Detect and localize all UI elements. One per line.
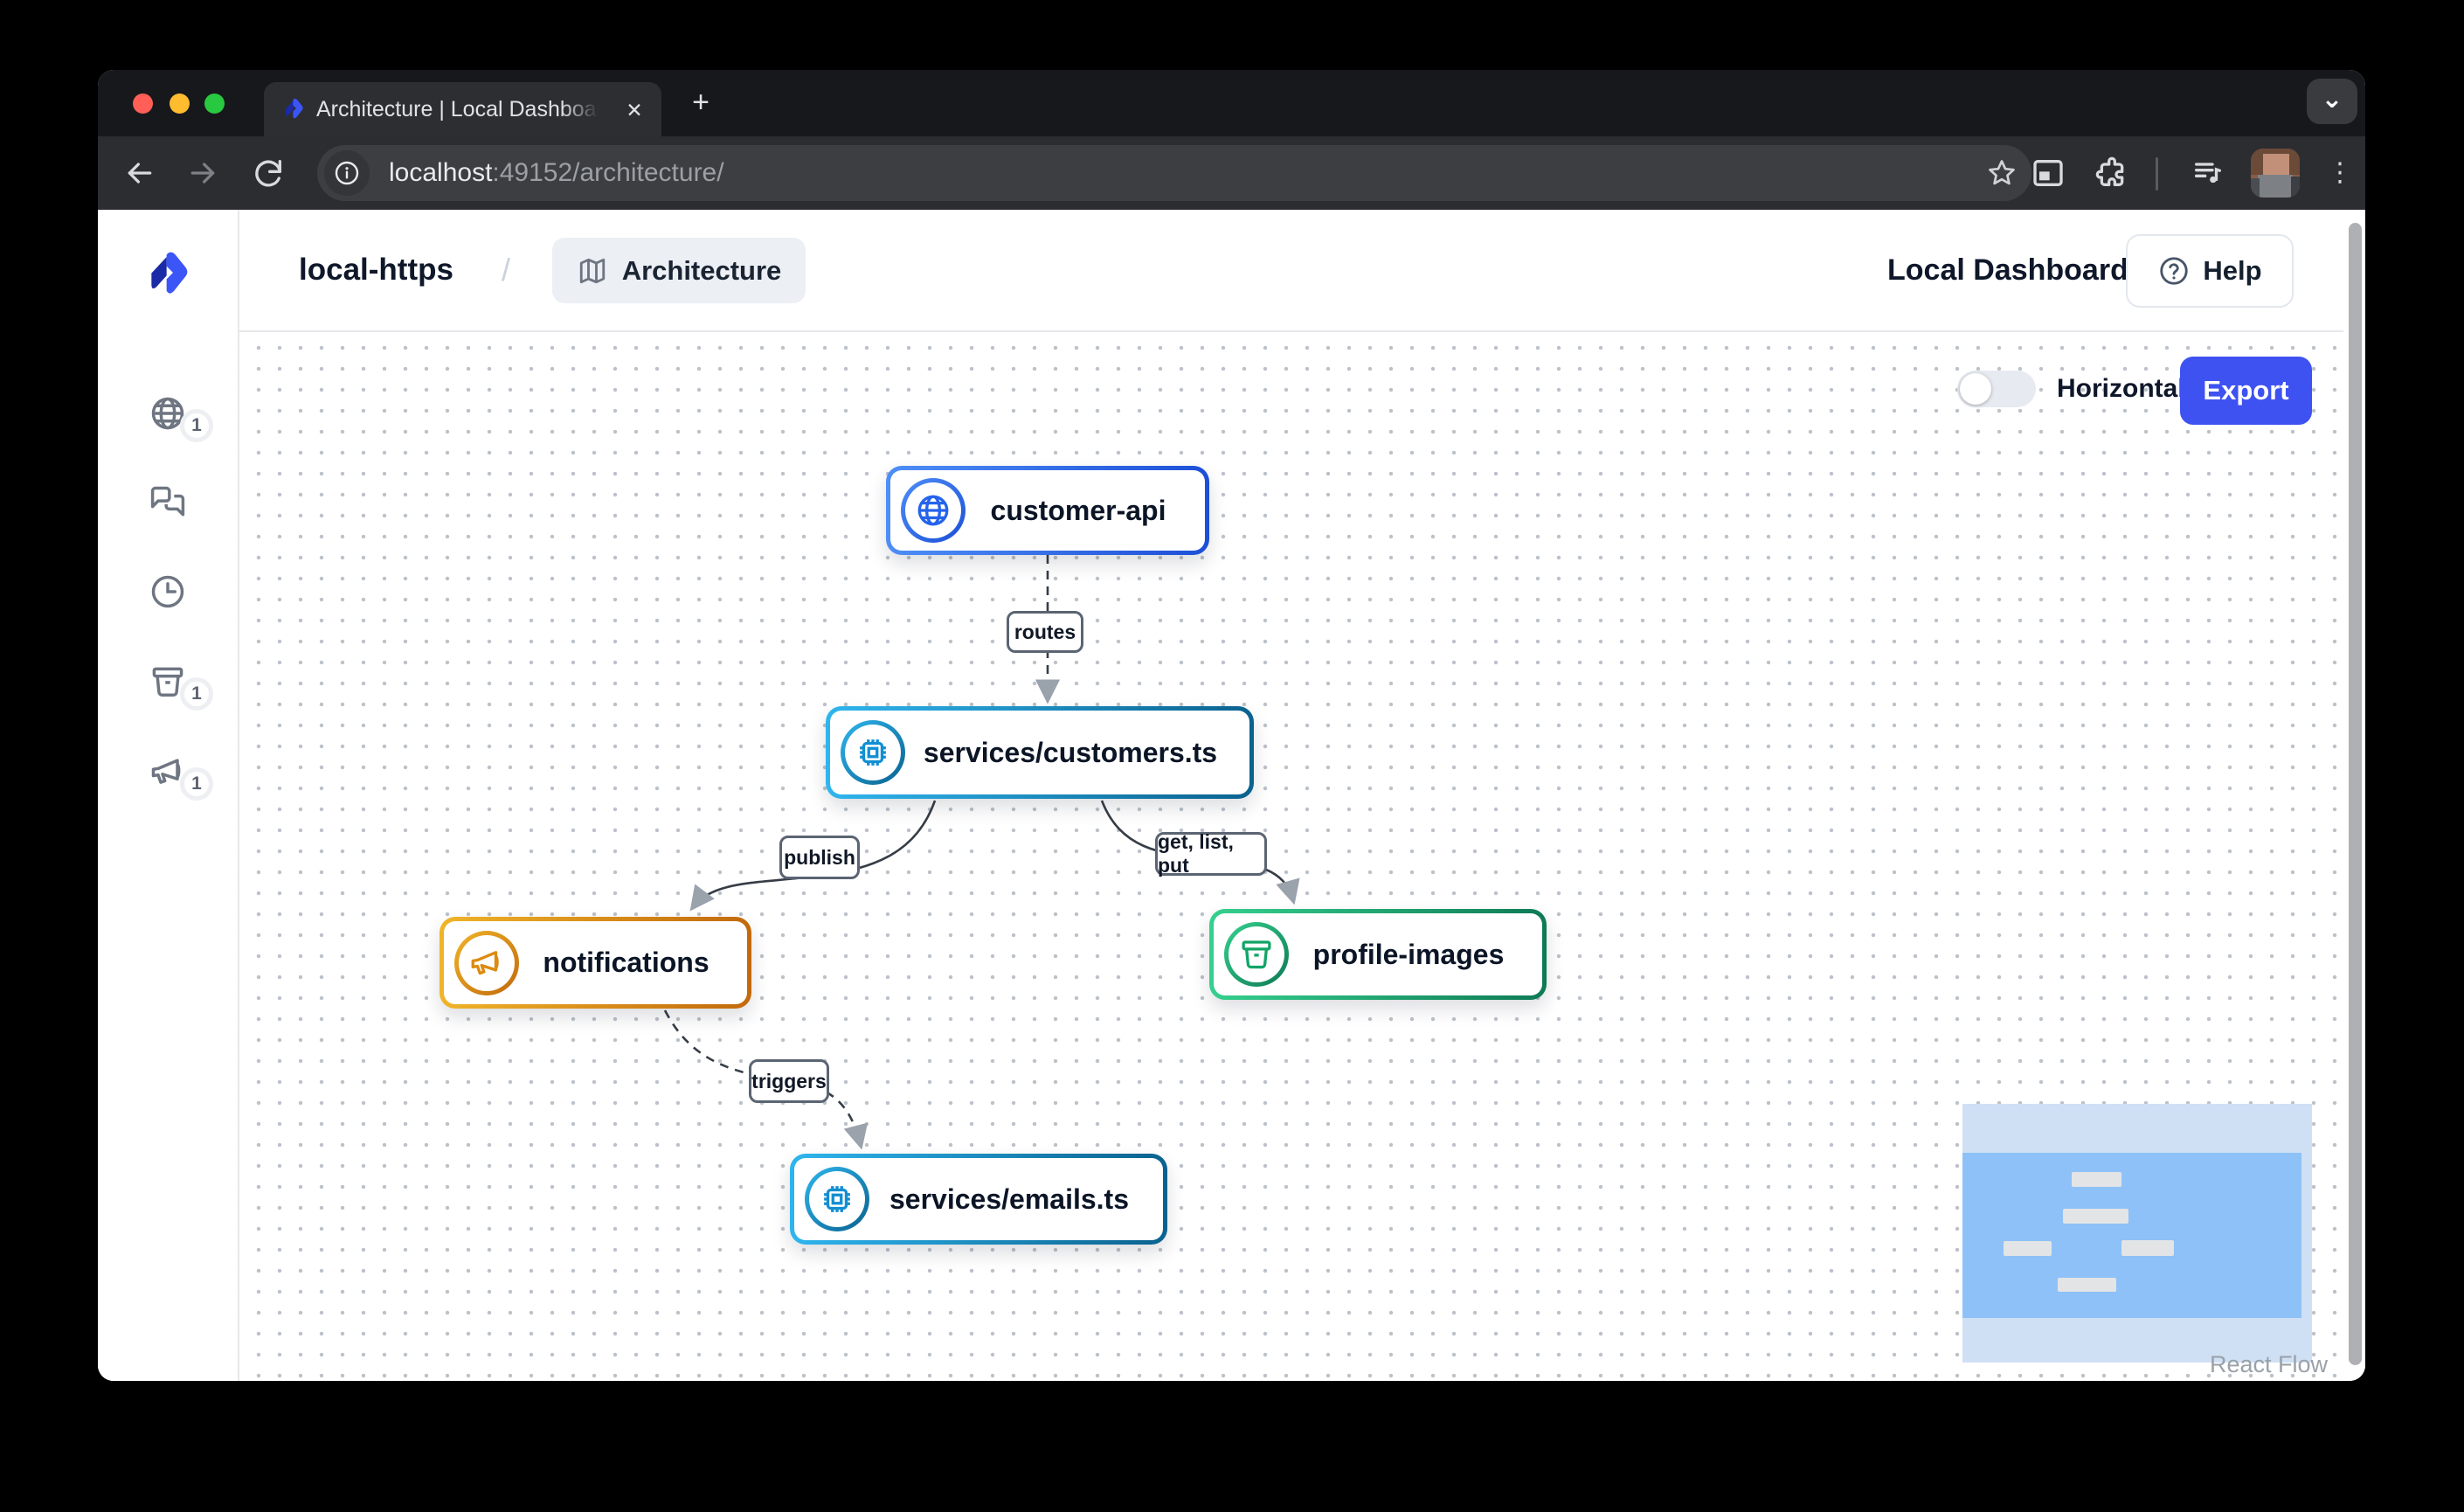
browser-menu-icon[interactable]: ⋮ — [2322, 156, 2357, 191]
browser-window: Architecture | Local Dashboar ✕ + ⌄ loca… — [98, 70, 2365, 1381]
horizontal-toggle[interactable] — [1957, 371, 2036, 407]
node-icon-ring — [805, 1167, 869, 1231]
node-icon-ring — [841, 720, 905, 785]
node-label: services/customers.ts — [905, 737, 1249, 769]
node-notifications[interactable]: notifications — [440, 917, 751, 1009]
bookmark-star-icon[interactable] — [1986, 157, 2018, 189]
sidebar-badge: 1 — [180, 409, 213, 442]
help-button[interactable]: Help — [2126, 234, 2294, 308]
edge-label-publish: publish — [779, 836, 860, 879]
architecture-nav-button[interactable]: Architecture — [552, 238, 806, 303]
back-icon[interactable] — [122, 156, 157, 191]
chat-icon[interactable] — [149, 483, 187, 522]
minimap-node — [2004, 1241, 2052, 1256]
profile-avatar[interactable] — [2251, 149, 2300, 198]
node-icon-ring — [1224, 922, 1289, 987]
sidebar-badge: 1 — [180, 677, 213, 711]
bucket-icon — [1238, 936, 1275, 973]
minimap-node — [2058, 1278, 2116, 1292]
sidebar-badge: 1 — [180, 767, 213, 801]
minimap-node — [2063, 1209, 2128, 1224]
node-profile-images[interactable]: profile-images — [1209, 909, 1547, 1000]
side-panel-icon[interactable] — [2031, 156, 2066, 191]
tab-title-fade — [561, 82, 615, 136]
browser-toolbar: localhost:49152/architecture/ ⋮ — [98, 136, 2365, 210]
map-icon — [577, 255, 608, 287]
node-services-customers[interactable]: services/customers.ts — [826, 706, 1254, 799]
horizontal-toggle-label: Horizontal — [2057, 371, 2185, 407]
node-icon-ring — [454, 931, 519, 995]
edge-label-get-list-put: get, list, put — [1155, 832, 1267, 876]
encore-logo[interactable] — [147, 248, 189, 301]
reload-icon[interactable] — [251, 156, 286, 191]
url-text[interactable]: localhost:49152/architecture/ — [389, 145, 724, 201]
react-flow-attribution: React Flow — [2022, 1351, 2328, 1378]
globe-icon — [915, 492, 952, 529]
node-icon-ring — [901, 478, 966, 543]
flow-minimap[interactable] — [1962, 1104, 2312, 1363]
window-close-button[interactable] — [133, 94, 153, 114]
tab-strip: Architecture | Local Dashboar ✕ + ⌄ — [98, 70, 2365, 136]
help-circle-icon — [2157, 254, 2191, 288]
app-content: 1 1 1 local-https / Architecture Local D… — [98, 210, 2365, 1381]
toggle-knob — [1960, 373, 1991, 405]
export-button[interactable]: Export — [2180, 357, 2312, 425]
app-sidebar: 1 1 1 — [98, 210, 239, 1381]
edge-label-triggers: triggers — [749, 1059, 829, 1103]
node-customer-api[interactable]: customer-api — [886, 466, 1209, 555]
url-host: localhost — [389, 158, 492, 187]
edge-label-routes: routes — [1007, 611, 1083, 653]
node-label: profile-images — [1289, 939, 1542, 971]
chip-icon — [855, 734, 891, 771]
app-header: local-https / Architecture Local Dashboa… — [239, 210, 2365, 332]
architecture-canvas[interactable]: customer-api services/customers.ts — [239, 330, 2365, 1381]
address-bar[interactable]: localhost:49152/architecture/ — [317, 145, 2031, 201]
architecture-nav-label: Architecture — [622, 255, 782, 287]
url-path: :49152/architecture/ — [492, 158, 723, 187]
megaphone-icon — [468, 945, 505, 981]
minimap-node — [2121, 1240, 2174, 1256]
toolbar-separator — [2156, 157, 2158, 191]
scrollbar-thumb[interactable] — [2349, 223, 2362, 1365]
app-name: local-https — [299, 210, 453, 330]
new-tab-button[interactable]: + — [685, 87, 716, 119]
node-label: notifications — [519, 947, 747, 979]
clock-icon[interactable] — [149, 572, 187, 611]
encore-favicon — [281, 97, 306, 121]
chip-icon — [819, 1181, 855, 1217]
forward-icon[interactable] — [185, 156, 220, 191]
help-label: Help — [2203, 255, 2261, 287]
window-minimize-button[interactable] — [170, 94, 190, 114]
browser-tab[interactable]: Architecture | Local Dashboar ✕ — [264, 82, 661, 136]
minimap-node — [2072, 1172, 2121, 1187]
breadcrumb-separator: / — [502, 210, 510, 330]
node-services-emails[interactable]: services/emails.ts — [790, 1154, 1167, 1245]
window-zoom-button[interactable] — [204, 94, 225, 114]
tab-search-chevron-button[interactable]: ⌄ — [2307, 79, 2357, 124]
node-label: customer-api — [966, 495, 1205, 527]
tab-close-icon[interactable]: ✕ — [620, 96, 648, 124]
node-label: services/emails.ts — [869, 1183, 1163, 1216]
site-info-icon[interactable] — [324, 150, 370, 196]
media-playlist-icon[interactable] — [2191, 156, 2225, 191]
environment-label: Local Dashboard — [1887, 210, 2128, 330]
extensions-icon[interactable] — [2094, 156, 2129, 191]
minimap-viewport — [1962, 1153, 2301, 1318]
